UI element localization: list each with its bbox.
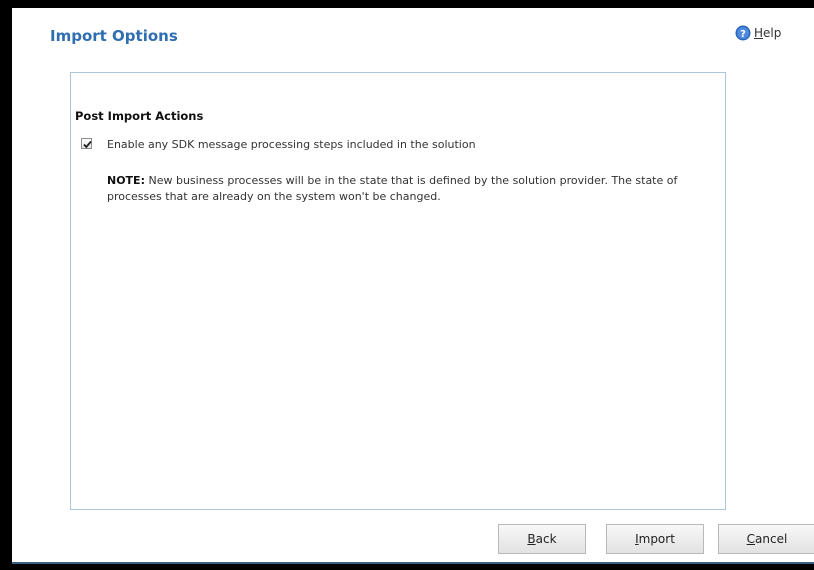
cancel-button[interactable]: Cancel	[718, 524, 814, 554]
help-label: Help	[754, 26, 782, 40]
note-text: NOTE: New business processes will be in …	[107, 173, 707, 205]
window-bottom-border	[12, 562, 814, 564]
page-title: Import Options	[50, 27, 178, 45]
note-body: New business processes will be in the st…	[107, 174, 678, 203]
checkmark-icon	[83, 140, 92, 149]
import-button[interactable]: Import	[606, 524, 704, 554]
import-options-dialog: Import Options ? Help Post Import Action…	[12, 8, 814, 562]
svg-text:?: ?	[740, 29, 746, 40]
back-button[interactable]: Back	[498, 524, 586, 554]
help-icon: ?	[735, 25, 751, 41]
enable-sdk-steps-checkbox[interactable]	[81, 138, 92, 149]
help-link[interactable]: ? Help	[735, 25, 781, 41]
section-heading: Post Import Actions	[75, 109, 204, 123]
note-prefix: NOTE:	[107, 174, 145, 187]
post-import-actions-panel: Post Import Actions Enable any SDK messa…	[70, 72, 726, 510]
enable-sdk-steps-label: Enable any SDK message processing steps …	[107, 138, 476, 151]
